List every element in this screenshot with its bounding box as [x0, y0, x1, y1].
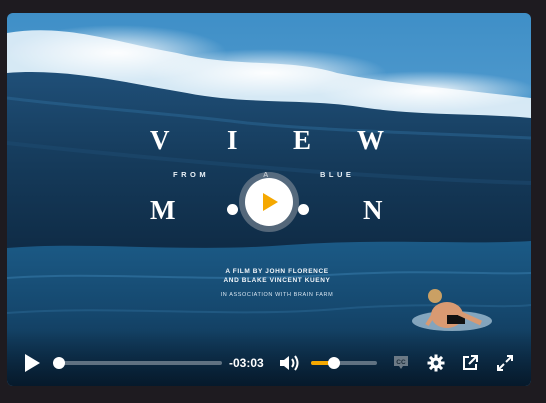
- fullscreen-icon: [497, 355, 513, 371]
- time-remaining: -03:03: [229, 356, 264, 370]
- captions-button[interactable]: CC: [391, 352, 411, 372]
- settings-button[interactable]: [425, 352, 447, 374]
- control-bar: -03:03 CC: [7, 330, 531, 386]
- video-player[interactable]: V I E W FROM A BLUE M N A FILM BY JOHN F…: [7, 13, 531, 386]
- settings-icon: [427, 354, 445, 372]
- progress-track[interactable]: [59, 361, 222, 365]
- play-button[interactable]: [21, 352, 43, 374]
- fullscreen-button[interactable]: [494, 352, 516, 374]
- volume-button[interactable]: [277, 352, 301, 374]
- captions-icon: CC: [394, 356, 408, 369]
- volume-handle[interactable]: [328, 357, 341, 369]
- play-icon: [25, 354, 40, 372]
- big-play-button[interactable]: [239, 172, 299, 232]
- svg-text:CC: CC: [396, 359, 406, 366]
- popout-icon: [463, 355, 478, 370]
- play-icon: [263, 193, 278, 211]
- progress-handle[interactable]: [53, 357, 65, 369]
- big-play-button-inner[interactable]: [245, 178, 293, 226]
- popout-button[interactable]: [459, 352, 481, 374]
- volume-icon: [280, 355, 299, 371]
